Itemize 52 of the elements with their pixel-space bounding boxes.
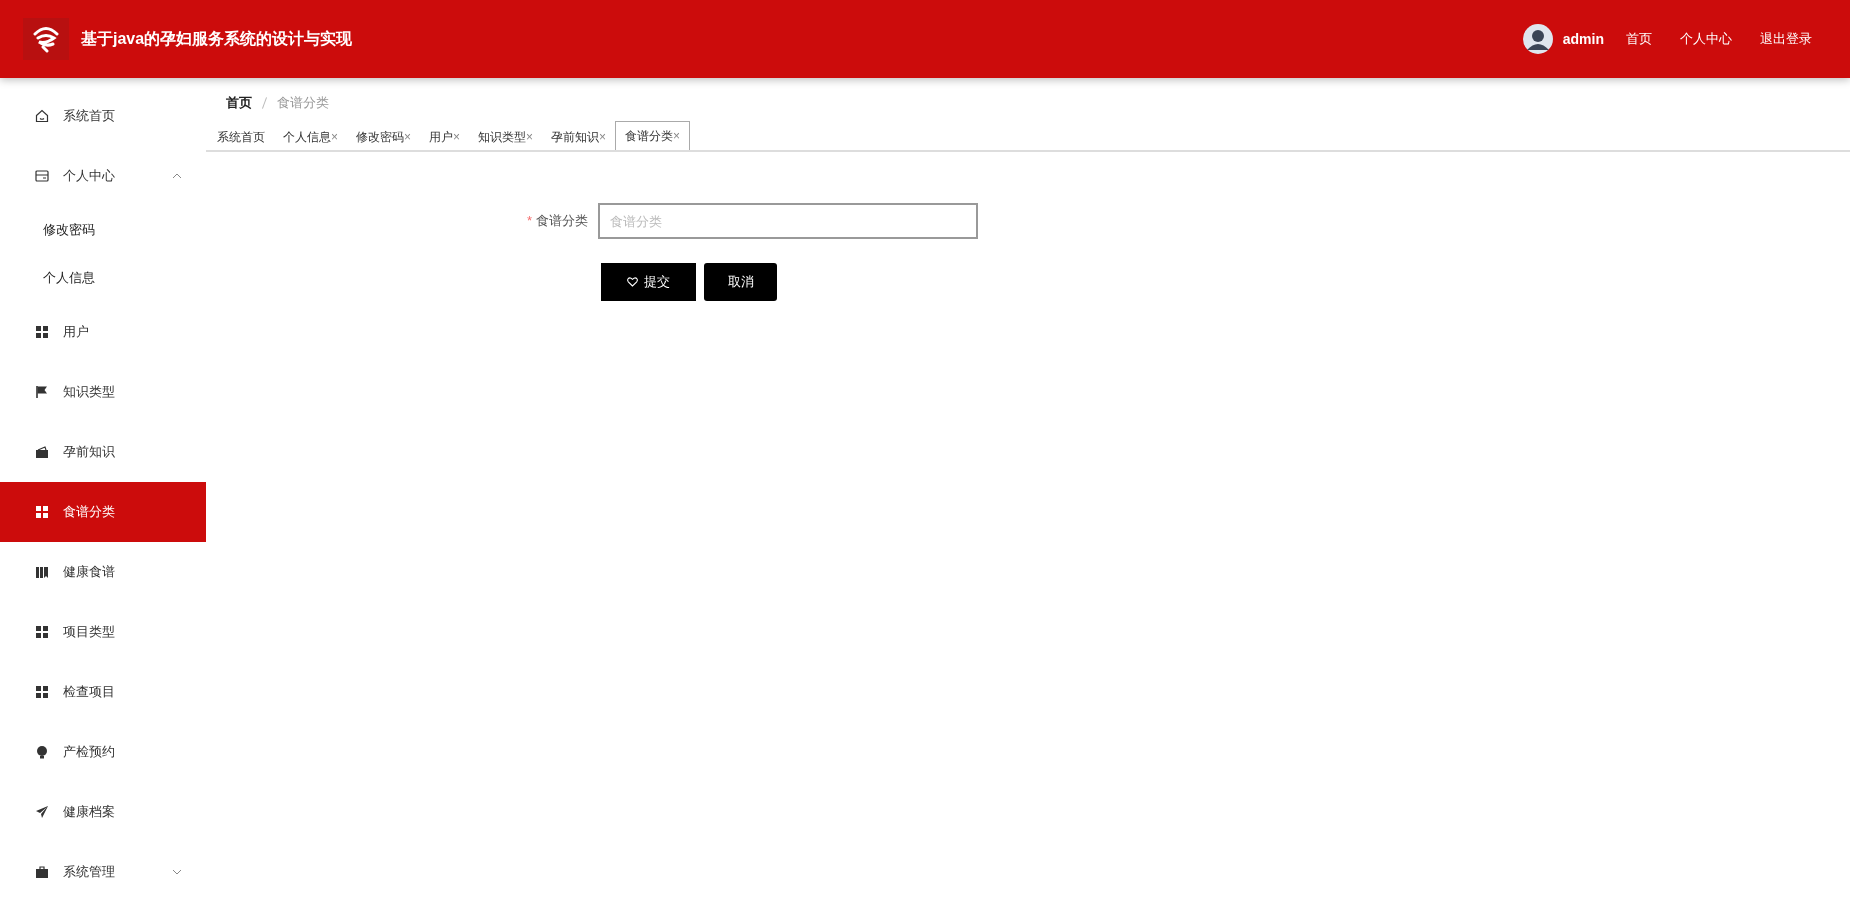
header-link[interactable]: 首页: [1626, 30, 1652, 48]
card-icon: [35, 169, 49, 183]
sidebar-item[interactable]: 知识类型: [0, 362, 206, 422]
close-icon[interactable]: ×: [673, 129, 681, 143]
sidebar-item[interactable]: 健康食谱: [0, 542, 206, 602]
header-link[interactable]: 个人中心: [1680, 30, 1732, 48]
page-tab[interactable]: 食谱分类×: [615, 121, 691, 150]
sidebar-item[interactable]: 项目类型: [0, 602, 206, 662]
grid-icon: [35, 325, 49, 339]
input-field[interactable]: 食谱分类: [598, 203, 978, 239]
page-tab[interactable]: 孕前知识×: [542, 124, 616, 150]
grid-icon: [35, 505, 49, 519]
grid-icon: [35, 625, 49, 639]
book-icon: [35, 565, 49, 579]
sidebar-item[interactable]: 产检预约: [0, 722, 206, 782]
sidebar-item[interactable]: 用户: [0, 302, 206, 362]
plane-icon: [35, 805, 49, 819]
user-name: admin: [1562, 31, 1604, 47]
field-label: * 食谱分类: [525, 212, 588, 230]
sidebar-item[interactable]: 食谱分类: [0, 482, 206, 542]
cancel-button[interactable]: 取消: [704, 263, 777, 301]
case-icon: [35, 865, 49, 879]
sidebar-item[interactable]: 孕前知识: [0, 422, 206, 482]
breadcrumb-link[interactable]: 首页: [226, 94, 252, 112]
page-tab[interactable]: 系统首页: [208, 124, 274, 150]
grid-icon: [35, 685, 49, 699]
flag-icon: [35, 385, 49, 399]
logo-icon: [23, 18, 69, 60]
bulb-icon: [35, 745, 49, 759]
sidebar-item[interactable]: 系统首页: [0, 86, 206, 146]
header-link[interactable]: 退出登录: [1760, 30, 1812, 48]
sidebar-subitem[interactable]: 修改密码: [0, 206, 206, 254]
close-icon[interactable]: ×: [404, 130, 412, 144]
sidebar-item[interactable]: 个人中心: [0, 146, 206, 206]
sidebar-item[interactable]: 健康档案: [0, 782, 206, 842]
sidebar-subitem[interactable]: 个人信息: [0, 254, 206, 302]
close-icon[interactable]: ×: [599, 130, 607, 144]
close-icon[interactable]: ×: [331, 130, 338, 144]
page-tab[interactable]: 知识类型×: [469, 124, 543, 150]
page-tab[interactable]: 用户×: [420, 124, 470, 150]
sidebar-item[interactable]: 检查项目: [0, 662, 206, 722]
close-icon[interactable]: ×: [453, 130, 461, 144]
heart-icon: [627, 277, 638, 287]
submit-button[interactable]: 提交: [601, 263, 696, 301]
sidebar-item[interactable]: 系统管理: [0, 842, 206, 902]
close-icon[interactable]: ×: [526, 130, 534, 144]
home-icon: [35, 109, 49, 123]
wallet-icon: [35, 445, 49, 459]
page-tab[interactable]: 修改密码×: [347, 124, 421, 150]
page-tab[interactable]: 个人信息×: [274, 124, 347, 150]
avatar: [1522, 24, 1553, 54]
app-title: 基于java的孕妇服务系统的设计与实现: [81, 28, 353, 49]
